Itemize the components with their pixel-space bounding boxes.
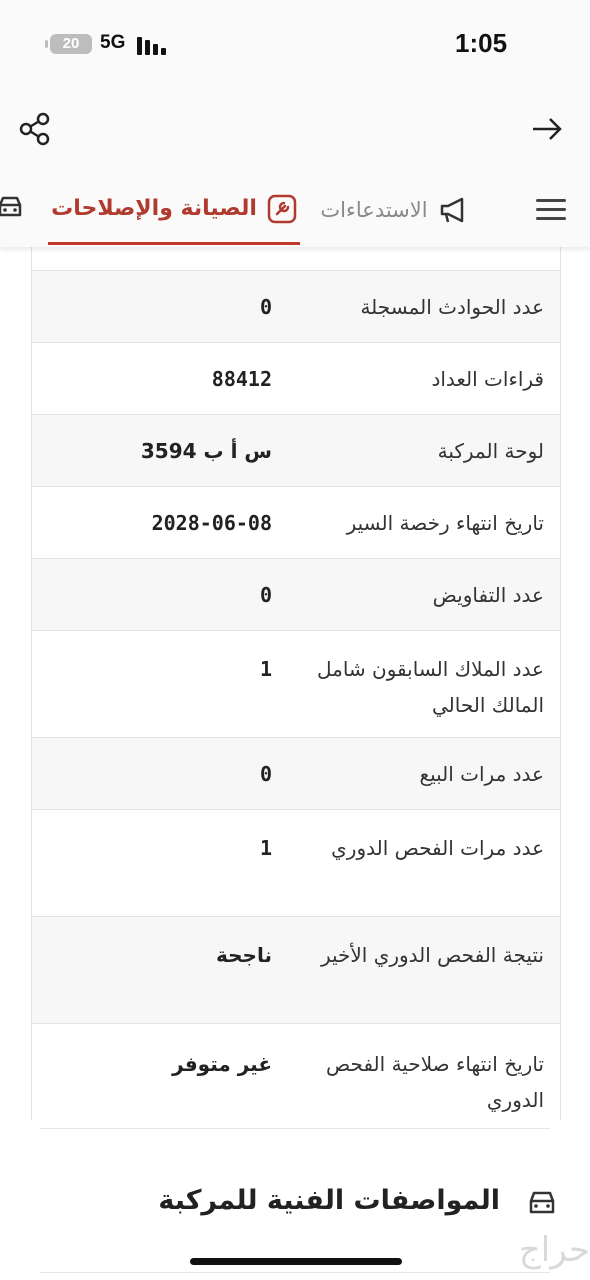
tab-recalls[interactable]: الاستدعاءات (310, 175, 480, 245)
row-label: لوحة المركبة (437, 439, 544, 463)
row-value: 88412 (211, 367, 272, 391)
table-row: عدد مرات الفحص الدوري 1 (32, 810, 560, 917)
table-row: عدد مرات البيع 0 (32, 738, 560, 810)
table-row: عدد الحوادث المسجلة 0 (32, 271, 560, 343)
signal-icon (137, 35, 171, 55)
tab-maintenance[interactable]: الصيانة والإصلاحات (48, 175, 300, 245)
row-label: عدد التفاويض (432, 583, 544, 607)
row-label: عدد الملاك السابقون شامل المالك الحالي (316, 657, 544, 717)
network-type: 5G (100, 32, 126, 53)
battery-indicator: 20 (45, 34, 92, 54)
row-label: قراءات العداد (431, 367, 544, 391)
row-label: عدد مرات البيع (419, 762, 544, 786)
clock: 1:05 (455, 28, 508, 58)
menu-icon[interactable] (536, 199, 570, 221)
row-value: ناجحة (216, 943, 272, 967)
top-navigation (0, 90, 590, 175)
megaphone-icon (440, 197, 463, 223)
row-value: 1 (259, 836, 272, 860)
arrow-right-icon[interactable] (530, 114, 564, 144)
status-bar: 20 5G 1:05 (0, 0, 590, 90)
row-value: س أ ب 3594 (140, 439, 272, 463)
row-value: 0 (259, 762, 272, 786)
table-row: تاريخ انتهاء رخصة السير 2028-06-08 (32, 487, 560, 559)
car-icon[interactable] (0, 191, 26, 223)
row-label: تاريخ انتهاء رخصة السير (346, 511, 544, 535)
table-row: عدد الملاك السابقون شامل المالك الحالي 1 (32, 631, 560, 738)
wrench-icon (267, 194, 297, 223)
tab-bar: الصيانة والإصلاحات الاستدعاءات (0, 175, 590, 247)
car-specs-icon (529, 1191, 555, 1214)
table-row: عدد التفاويض 0 (32, 559, 560, 631)
row-value: 0 (259, 295, 272, 319)
row-value: 0 (259, 583, 272, 607)
table-row: تاريخ انتهاء صلاحية الفحص الدوري غير متو… (32, 1024, 560, 1120)
share-icon[interactable] (18, 112, 52, 146)
tab-maintenance-label: الصيانة والإصلاحات (51, 196, 257, 221)
row-label: نتيجة الفحص الدوري الأخير (320, 943, 544, 967)
row-label: عدد مرات الفحص الدوري (331, 836, 544, 860)
vehicle-info-table: عدد الحوادث المسجلة 0 قراءات العداد 8841… (31, 180, 561, 1120)
row-value: غير متوفر (172, 1052, 272, 1076)
row-value: 1 (259, 657, 272, 681)
row-value: 2028-06-08 (151, 511, 272, 535)
section-divider (40, 1272, 550, 1273)
row-label: تاريخ انتهاء صلاحية الفحص الدوري (326, 1052, 544, 1112)
section-divider (40, 1128, 550, 1129)
home-indicator[interactable] (190, 1258, 402, 1265)
row-label: عدد الحوادث المسجلة (360, 295, 544, 319)
table-row: لوحة المركبة س أ ب 3594 (32, 415, 560, 487)
section-title: المواصفات الفنية للمركبة (158, 1185, 500, 1216)
tab-recalls-label: الاستدعاءات (320, 198, 428, 222)
table-row: قراءات العداد 88412 (32, 343, 560, 415)
table-row: نتيجة الفحص الدوري الأخير ناجحة (32, 917, 560, 1024)
